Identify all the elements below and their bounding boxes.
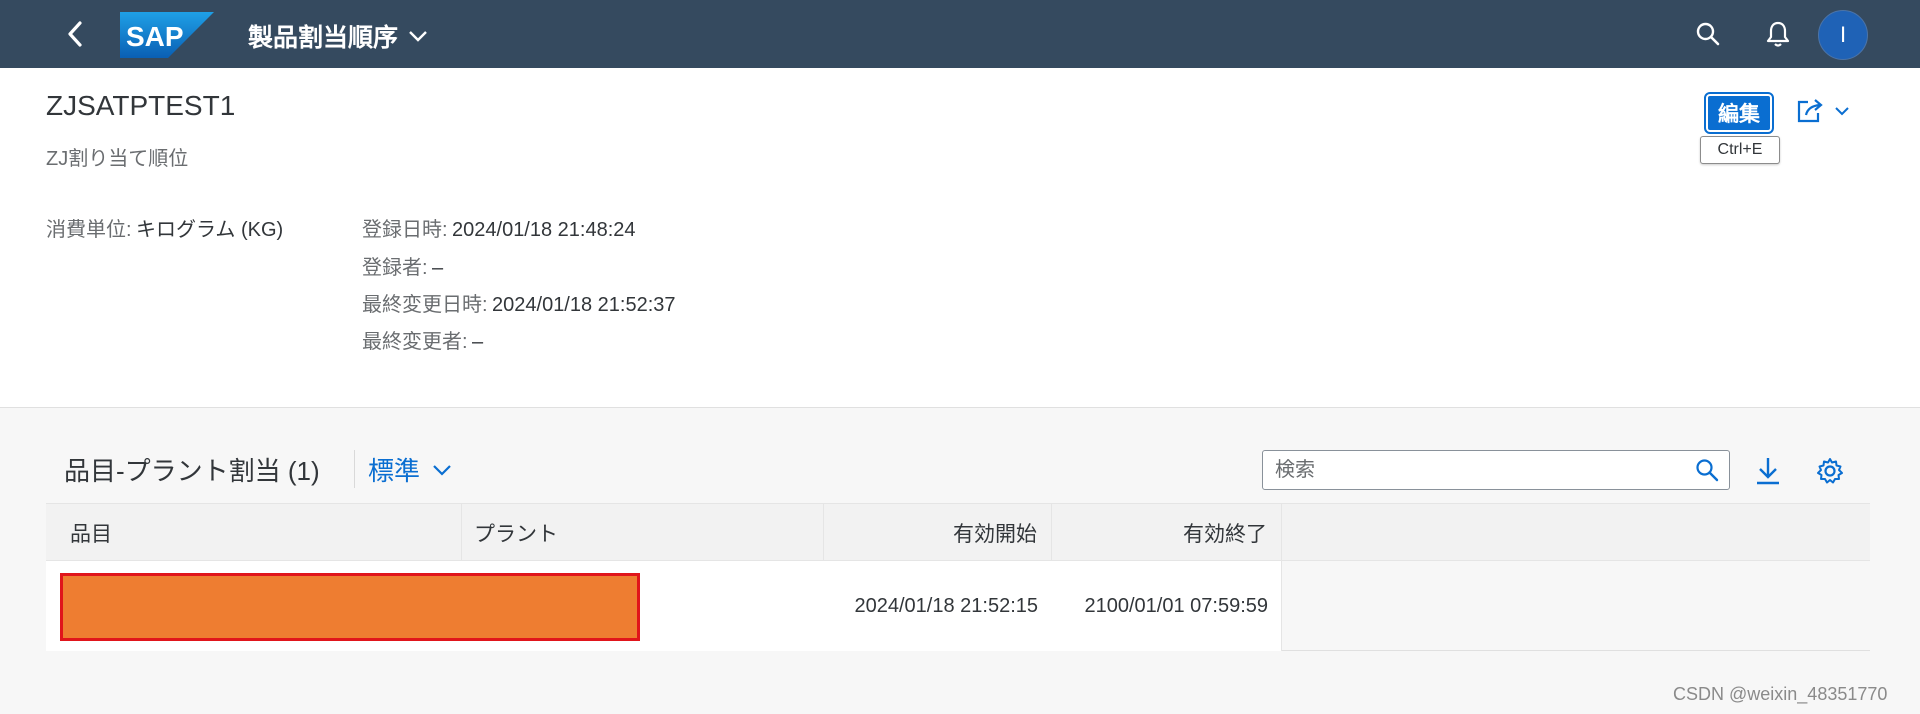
gear-icon xyxy=(1817,458,1843,484)
sap-logo[interactable]: SAP xyxy=(120,12,214,58)
search-input[interactable] xyxy=(1275,457,1675,483)
field-created-on: 登録日時: 2024/01/18 21:48:24 xyxy=(362,213,636,242)
table-row[interactable]: 2024/01/18 21:52:15 2100/01/01 07:59:59 xyxy=(46,561,1870,651)
object-header: ZJSATPTEST1 ZJ割り当て順位 編集 Ctrl+E 消費単位: キログ… xyxy=(0,68,1920,408)
back-button[interactable] xyxy=(60,18,90,50)
avatar-initial: I xyxy=(1839,22,1847,47)
field-created-by-value: – xyxy=(432,257,444,279)
logo-text: SAP xyxy=(126,21,184,52)
column-header-valid-to[interactable]: 有効終了 xyxy=(1052,504,1282,562)
chevron-down-icon xyxy=(1835,107,1849,116)
field-created-on-label: 登録日時: xyxy=(362,219,448,241)
table-settings-button[interactable] xyxy=(1813,454,1847,488)
section-title: 品目-プラント割当 (1) xyxy=(64,456,320,486)
toolbar-separator xyxy=(354,450,355,488)
field-created-by: 登録者: – xyxy=(362,251,443,280)
search-icon[interactable] xyxy=(1695,458,1719,487)
share-menu-button[interactable] xyxy=(1796,98,1850,124)
column-header-plant[interactable]: プラント xyxy=(462,504,824,562)
bell-icon xyxy=(1766,21,1790,47)
shell-bar: SAP 製品割当順序 I xyxy=(0,0,1920,68)
notifications-button[interactable] xyxy=(1762,18,1794,50)
object-subtitle: ZJ割り当て順位 xyxy=(46,148,189,170)
user-avatar[interactable]: I xyxy=(1818,10,1868,60)
edit-button[interactable]: 編集 xyxy=(1704,92,1774,134)
cell-valid-from: 2024/01/18 21:52:15 xyxy=(854,594,1038,617)
table-header: 品目 プラント 有効開始 有効終了 xyxy=(46,503,1870,562)
column-header-valid-from[interactable]: 有効開始 xyxy=(824,504,1052,562)
export-button[interactable] xyxy=(1751,454,1785,488)
field-changed-on-value: 2024/01/18 21:52:37 xyxy=(492,294,676,316)
shell-search-button[interactable] xyxy=(1692,18,1724,50)
table-search-field[interactable] xyxy=(1262,450,1730,490)
search-icon xyxy=(1696,22,1720,46)
cell-valid-to: 2100/01/01 07:59:59 xyxy=(1084,594,1268,617)
watermark: CSDN @weixin_48351770 xyxy=(1673,684,1888,704)
app-title-menu[interactable]: 製品割当順序 xyxy=(248,18,428,54)
chevron-down-icon xyxy=(433,464,451,476)
field-created-by-label: 登録者: xyxy=(362,257,428,279)
chevron-down-icon xyxy=(409,31,427,42)
table-row-cells: 2024/01/18 21:52:15 2100/01/01 07:59:59 xyxy=(46,561,1282,651)
redacted-material-plant xyxy=(60,573,640,641)
download-icon xyxy=(1757,458,1779,485)
object-title: ZJSATPTEST1 xyxy=(46,90,236,121)
variant-label: 標準 xyxy=(368,456,421,486)
field-created-on-value: 2024/01/18 21:48:24 xyxy=(452,219,636,241)
column-header-material[interactable]: 品目 xyxy=(46,504,462,562)
share-icon xyxy=(1797,99,1823,123)
field-changed-by-label: 最終変更者: xyxy=(362,331,468,353)
variant-selector[interactable]: 標準 xyxy=(368,451,452,488)
app-title: 製品割当順序 xyxy=(248,24,399,52)
field-changed-by-value: – xyxy=(472,331,484,353)
field-changed-on: 最終変更日時: 2024/01/18 21:52:37 xyxy=(362,288,676,317)
field-changed-by: 最終変更者: – xyxy=(362,325,483,354)
edit-shortcut-tooltip: Ctrl+E xyxy=(1700,136,1780,164)
field-unit: 消費単位: キログラム (KG) xyxy=(46,213,283,242)
field-unit-value: キログラム (KG) xyxy=(136,219,284,241)
back-icon xyxy=(68,21,82,47)
field-unit-label: 消費単位: xyxy=(46,219,132,241)
field-changed-on-label: 最終変更日時: xyxy=(362,294,488,316)
